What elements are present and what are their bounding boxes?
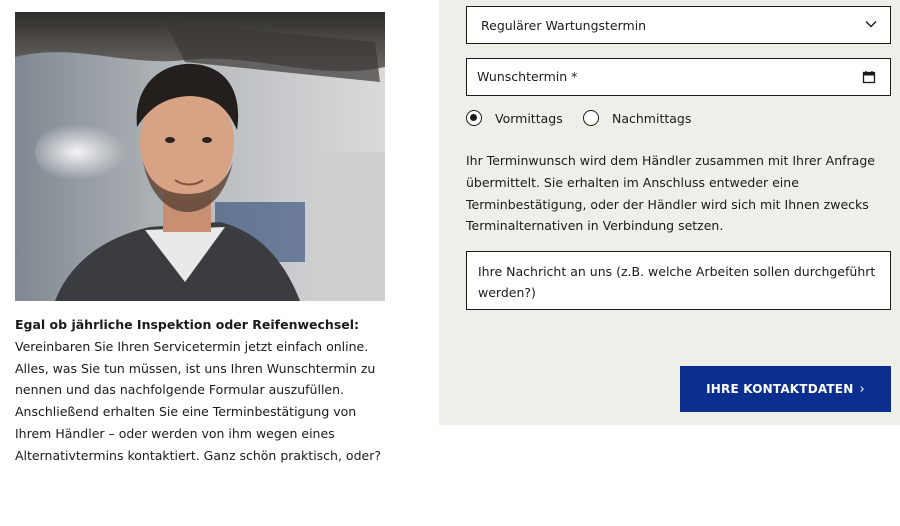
chevron-right-icon: › [859,381,865,397]
calendar-icon[interactable] [862,70,876,84]
message-placeholder: Ihre Nachricht an uns (z.B. welche Arbei… [478,264,876,300]
radio-button-morning[interactable] [466,110,482,126]
service-type-value: Regulärer Wartungstermin [481,18,647,33]
radio-label-morning: Vormittags [495,110,563,126]
chevron-down-icon [865,21,877,28]
contact-details-label: IHRE KONTAKTDATEN [706,382,854,396]
radio-option-morning[interactable]: Vormittags [466,108,563,128]
desired-date-placeholder: Wunschtermin * [477,69,578,84]
radio-button-afternoon[interactable] [583,110,599,126]
appointment-info-text: Ihr Terminwunsch wird dem Händler zusamm… [466,153,875,234]
mechanic-image [15,12,385,301]
mechanic-photo [15,12,385,301]
desired-date-field[interactable]: Wunschtermin * [466,58,891,96]
radio-option-afternoon[interactable]: Nachmittags [583,108,691,128]
service-type-select[interactable]: Regulärer Wartungstermin [466,6,891,44]
message-textarea[interactable]: Ihre Nachricht an uns (z.B. welche Arbei… [466,251,891,310]
intro-lead: Egal ob jährliche Inspektion oder Reifen… [15,317,360,332]
intro-body: Vereinbaren Sie Ihren Servicetermin jetz… [15,338,381,463]
intro-text: Egal ob jährliche Inspektion oder Reifen… [15,314,387,467]
radio-label-afternoon: Nachmittags [612,110,692,126]
contact-details-button[interactable]: IHRE KONTAKTDATEN › [680,366,891,412]
